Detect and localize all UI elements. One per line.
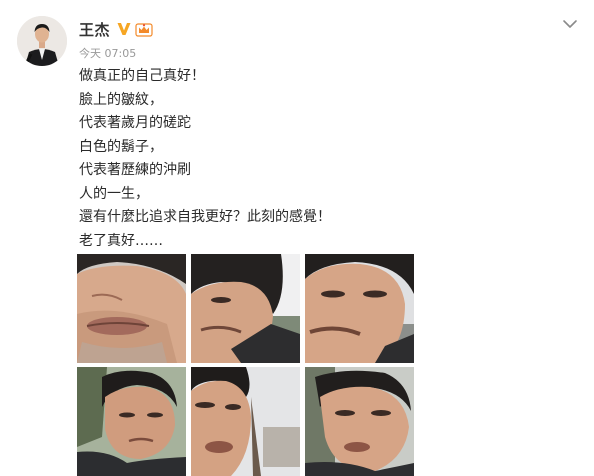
photo-thumbnail-5[interactable] [191, 367, 300, 476]
user-name[interactable]: 王杰 [79, 19, 110, 40]
post-line: 代表著歷練的沖刷 [79, 162, 191, 178]
post-line: 白色的鬍子， [79, 138, 163, 155]
post-header: 王杰 [79, 17, 153, 41]
avatar-icon [17, 16, 67, 66]
post-text: 做真正的自己真好！ 臉上的皺紋， 代表著歲月的磋跎 白色的鬍子， 代表著歷練的沖… [79, 65, 559, 253]
post-line: 老了真好…… [79, 232, 163, 249]
photo-thumbnail-3[interactable] [305, 254, 414, 363]
selfie-photo-4 [77, 367, 186, 476]
selfie-photo-1 [77, 254, 186, 363]
post-timestamp[interactable]: 今天 07:05 [79, 45, 136, 61]
avatar[interactable] [17, 16, 67, 66]
post-line: 做真正的自己真好！ [79, 68, 205, 84]
photo-thumbnail-6[interactable] [305, 367, 414, 476]
post-line: 還有什麼比追求自我更好？此刻的感覺！ [79, 209, 331, 225]
post-line: 人的一生， [79, 185, 149, 202]
photo-thumbnail-1[interactable] [77, 254, 186, 363]
verified-v-icon [116, 21, 132, 37]
chevron-down-icon[interactable] [562, 15, 578, 28]
photo-thumbnail-4[interactable] [77, 367, 186, 476]
selfie-photo-6 [305, 367, 414, 476]
selfie-photo-2 [191, 254, 300, 363]
selfie-photo-3 [305, 254, 414, 363]
photo-thumbnail-2[interactable] [191, 254, 300, 363]
member-crown-icon[interactable] [135, 21, 153, 37]
post-line: 臉上的皺紋， [79, 91, 163, 108]
post-line: 代表著歲月的磋跎 [79, 115, 191, 131]
selfie-photo-5 [191, 367, 300, 476]
